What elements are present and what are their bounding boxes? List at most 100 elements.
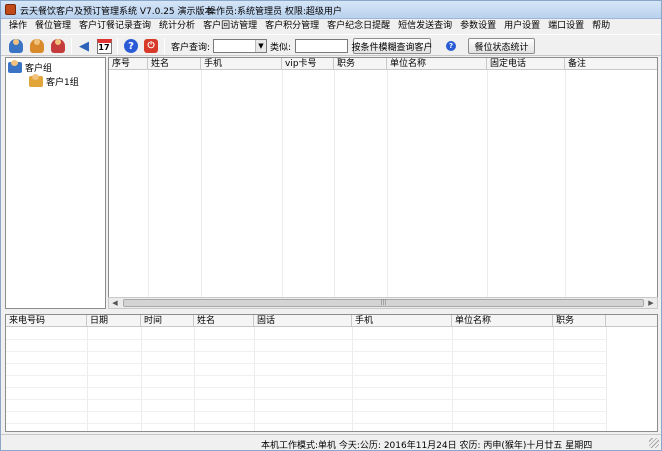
customer-subgroup-icon bbox=[29, 74, 43, 87]
column-divider bbox=[282, 70, 283, 297]
menu-help[interactable]: 帮助 bbox=[588, 19, 614, 34]
tree-node-root[interactable]: 客户组 bbox=[8, 60, 53, 74]
column-header[interactable]: 姓名 bbox=[148, 58, 201, 70]
column-divider bbox=[352, 327, 353, 431]
customer-query-select[interactable]: ▼ bbox=[213, 39, 267, 53]
column-header[interactable]: 来电号码 bbox=[6, 315, 87, 327]
app-icon bbox=[5, 4, 16, 15]
menu-users[interactable]: 用户设置 bbox=[500, 19, 544, 34]
column-header[interactable]: 时间 bbox=[141, 315, 194, 327]
customer-group-tree: 客户组 客户1组 bbox=[5, 57, 106, 309]
column-header[interactable]: 职务 bbox=[334, 58, 387, 70]
menu-parameters[interactable]: 参数设置 bbox=[456, 19, 500, 34]
column-header[interactable]: 备注 bbox=[565, 58, 657, 70]
menu-order-records[interactable]: 客户订餐记录查询 bbox=[75, 19, 155, 34]
column-header[interactable]: 序号 bbox=[109, 58, 148, 70]
column-header[interactable]: 日期 bbox=[87, 315, 141, 327]
query-help-icon[interactable]: ? bbox=[446, 41, 456, 51]
customer-delete-button[interactable] bbox=[49, 37, 67, 55]
power-icon: ⏻ bbox=[144, 39, 158, 53]
column-divider bbox=[452, 327, 453, 431]
column-divider bbox=[254, 327, 255, 431]
column-header[interactable]: 单位名称 bbox=[387, 58, 487, 70]
menu-bar: 操作 餐位管理 客户订餐记录查询 统计分析 客户回访管理 客户积分管理 客户纪念… bbox=[1, 19, 661, 34]
scroll-left-icon[interactable]: ◀ bbox=[109, 298, 121, 308]
resize-grip-icon[interactable] bbox=[649, 438, 659, 448]
column-divider bbox=[148, 70, 149, 297]
speaker-icon: ◀ bbox=[79, 38, 89, 54]
menu-followup[interactable]: 客户回访管理 bbox=[199, 19, 261, 34]
column-divider bbox=[141, 327, 142, 431]
menu-operation[interactable]: 操作 bbox=[5, 19, 31, 34]
column-header[interactable]: vip卡号 bbox=[282, 58, 334, 70]
toolbar-separator bbox=[117, 38, 118, 54]
column-header[interactable]: 手机 bbox=[352, 315, 452, 327]
toolbar-separator bbox=[71, 38, 72, 54]
customer-icon bbox=[9, 39, 23, 53]
help-icon: ? bbox=[124, 39, 138, 53]
menu-sms-query[interactable]: 短信发送查询 bbox=[394, 19, 456, 34]
column-header[interactable]: 职务 bbox=[553, 315, 606, 327]
help-button[interactable]: ? bbox=[122, 37, 140, 55]
column-divider bbox=[201, 70, 202, 297]
toolbar-separator bbox=[164, 38, 165, 54]
call-log-table-header: 来电号码 日期 时间 姓名 固话 手机 单位名称 职务 bbox=[6, 315, 657, 327]
similar-input[interactable] bbox=[295, 39, 348, 53]
similar-label: 类似: bbox=[270, 43, 292, 53]
window-title: 云天餐饮客户及预订管理系统 V7.0.25 演示版本 bbox=[20, 7, 214, 17]
tree-node-root-label: 客户组 bbox=[25, 64, 53, 74]
calendar-icon: 17 bbox=[96, 38, 112, 54]
column-header[interactable]: 固话 bbox=[254, 315, 352, 327]
customer-table-header: 序号 姓名 手机 vip卡号 职务 单位名称 固定电话 备注 bbox=[109, 58, 657, 70]
menu-port[interactable]: 端口设置 bbox=[544, 19, 588, 34]
horizontal-scrollbar[interactable]: ◀ ||| ▶ bbox=[108, 297, 658, 309]
customer-delete-icon bbox=[51, 39, 65, 53]
column-header[interactable]: 姓名 bbox=[194, 315, 254, 327]
fuzzy-query-button[interactable]: 按条件模糊查询客户 bbox=[352, 38, 433, 54]
row-divider bbox=[6, 411, 606, 412]
seat-status-button[interactable]: 餐位状态统计 bbox=[468, 38, 535, 54]
row-divider bbox=[6, 399, 606, 400]
column-divider bbox=[487, 70, 488, 297]
customer-table[interactable]: 序号 姓名 手机 vip卡号 职务 单位名称 固定电话 备注 bbox=[108, 57, 658, 298]
customer-button[interactable] bbox=[7, 37, 25, 55]
menu-points[interactable]: 客户积分管理 bbox=[261, 19, 323, 34]
customer-query-label: 客户查询: bbox=[171, 43, 211, 53]
scroll-right-icon[interactable]: ▶ bbox=[645, 298, 657, 308]
power-button[interactable]: ⏻ bbox=[142, 37, 160, 55]
status-text: 本机工作模式:单机 今天:公历: 2016年11月24日 农历: 丙申(猴年)十… bbox=[261, 441, 593, 451]
chevron-down-icon[interactable]: ▼ bbox=[255, 40, 266, 52]
customer-group-icon bbox=[8, 60, 22, 73]
row-divider bbox=[6, 363, 606, 364]
calendar-button[interactable]: 17 bbox=[95, 37, 113, 55]
row-divider bbox=[6, 339, 606, 340]
operator-info: 操作员:系统管理员 权限:超级用户 bbox=[207, 7, 342, 17]
row-divider bbox=[6, 351, 606, 352]
tree-node-child-label: 客户1组 bbox=[46, 78, 79, 88]
row-divider bbox=[6, 423, 606, 424]
row-divider bbox=[6, 387, 606, 388]
status-bar: 本机工作模式:单机 今天:公历: 2016年11月24日 农历: 丙申(猴年)十… bbox=[1, 434, 661, 450]
menu-anniversary[interactable]: 客户纪念日提醒 bbox=[323, 19, 394, 34]
column-divider bbox=[194, 327, 195, 431]
customer-add-icon bbox=[30, 39, 44, 53]
scroll-thumb[interactable]: ||| bbox=[123, 299, 644, 307]
call-log-table[interactable]: 来电号码 日期 时间 姓名 固话 手机 单位名称 职务 bbox=[5, 314, 658, 432]
tree-node-child[interactable]: 客户1组 bbox=[29, 74, 79, 88]
column-header[interactable]: 手机 bbox=[201, 58, 282, 70]
toolbar: ◀ 17 ? ⏻ 客户查询: ▼ 类似: 按条件模糊查询客户 ? 餐位状态统计 bbox=[1, 34, 661, 56]
menu-seat-management[interactable]: 餐位管理 bbox=[31, 19, 75, 34]
speaker-button[interactable]: ◀ bbox=[75, 37, 93, 55]
column-divider bbox=[606, 327, 607, 431]
column-divider bbox=[334, 70, 335, 297]
column-divider bbox=[387, 70, 388, 297]
menu-statistics[interactable]: 统计分析 bbox=[155, 19, 199, 34]
row-divider bbox=[6, 375, 606, 376]
customer-add-button[interactable] bbox=[28, 37, 46, 55]
column-header[interactable]: 单位名称 bbox=[452, 315, 553, 327]
title-bar[interactable]: 云天餐饮客户及预订管理系统 V7.0.25 演示版本 操作员:系统管理员 权限:… bbox=[1, 1, 661, 19]
column-divider bbox=[553, 327, 554, 431]
main-window: 云天餐饮客户及预订管理系统 V7.0.25 演示版本 操作员:系统管理员 权限:… bbox=[0, 0, 662, 451]
column-divider bbox=[565, 70, 566, 297]
column-header[interactable]: 固定电话 bbox=[487, 58, 565, 70]
